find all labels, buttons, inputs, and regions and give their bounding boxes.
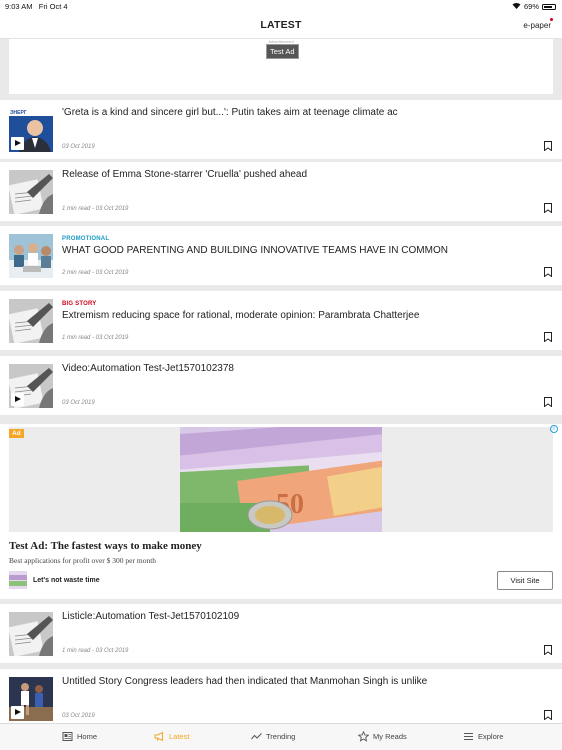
- article-card[interactable]: Listicle:Automation Test-Jet1570102109 1…: [0, 604, 562, 663]
- article-thumbnail: [9, 170, 53, 214]
- tab-home[interactable]: Home: [62, 731, 97, 742]
- test-ad-label[interactable]: Test Ad: [266, 44, 299, 59]
- ad-brand-logo: [9, 571, 27, 589]
- bookmark-icon[interactable]: [544, 710, 552, 720]
- nav-bar: LATEST e-paper: [0, 12, 562, 39]
- article-title[interactable]: Extremism reducing space for rational, m…: [62, 310, 544, 321]
- article-thumbnail: [9, 234, 53, 278]
- article-thumbnail: [9, 612, 53, 656]
- article-card[interactable]: Release of Emma Stone-starrer 'Cruella' …: [0, 162, 562, 221]
- tab-label: Home: [77, 732, 98, 741]
- bookmark-icon[interactable]: [544, 645, 552, 655]
- tab-latest[interactable]: Latest: [154, 731, 189, 742]
- article-meta: 03 Oct 2019: [62, 400, 95, 406]
- battery-icon: [542, 3, 556, 10]
- svg-text:ЭНЕРГ: ЭНЕРГ: [10, 110, 27, 116]
- tab-my-reads[interactable]: My Reads: [358, 731, 407, 742]
- article-title[interactable]: Video:Automation Test-Jet1570102378: [62, 363, 544, 374]
- megaphone-icon: [154, 731, 163, 742]
- sponsored-ad[interactable]: 50 Ad i Test Ad: The fastest ways to mak…: [0, 424, 562, 599]
- trending-icon: [251, 733, 262, 740]
- article-card[interactable]: ЭНЕРГ 'Greta is a kind and sincere girl …: [0, 100, 562, 159]
- feed[interactable]: Advertisement Test Ad ЭНЕРГ 'Greta is a …: [0, 39, 562, 723]
- article-title[interactable]: Listicle:Automation Test-Jet1570102109: [62, 611, 544, 622]
- article-card[interactable]: Video:Automation Test-Jet1570102378 03 O…: [0, 356, 562, 415]
- article-card[interactable]: Untitled Story Congress leaders had then…: [0, 669, 562, 723]
- ad-brand-name: Let's not waste time: [33, 577, 100, 584]
- article-meta: 03 Oct 2019: [62, 713, 95, 719]
- status-indicators: 69%: [512, 2, 556, 11]
- notification-dot: [550, 18, 553, 21]
- ad-image-money[interactable]: 50: [180, 427, 382, 532]
- status-bar: 9:03 AM Fri Oct 4 69%: [0, 0, 562, 12]
- article-card[interactable]: BIG STORY Extremism reducing space for r…: [0, 291, 562, 350]
- tab-explore[interactable]: Explore: [463, 731, 503, 742]
- wifi-icon: [512, 2, 521, 11]
- bookmark-icon[interactable]: [544, 397, 552, 407]
- article-card[interactable]: PROMOTIONAL WHAT GOOD PARENTING AND BUIL…: [0, 226, 562, 285]
- banner-ad[interactable]: Advertisement Test Ad: [9, 39, 553, 94]
- play-icon: [11, 706, 24, 719]
- ad-badge: Ad: [9, 429, 24, 438]
- bookmark-icon[interactable]: [544, 141, 552, 151]
- star-icon: [358, 731, 369, 742]
- bottom-tab-bar: Home Latest Trending My Reads Explore: [0, 723, 562, 750]
- visit-site-button[interactable]: Visit Site: [497, 571, 553, 590]
- article-title[interactable]: Untitled Story Congress leaders had then…: [62, 676, 544, 687]
- bookmark-icon[interactable]: [544, 267, 552, 277]
- epaper-link[interactable]: e-paper: [523, 18, 553, 30]
- article-title[interactable]: WHAT GOOD PARENTING AND BUILDING INNOVAT…: [62, 245, 544, 256]
- battery-percent: 69%: [523, 2, 539, 11]
- tab-trending[interactable]: Trending: [251, 731, 295, 742]
- article-title[interactable]: Release of Emma Stone-starrer 'Cruella' …: [62, 169, 544, 180]
- status-time: 9:03 AM Fri Oct 4: [5, 2, 68, 11]
- tab-label: My Reads: [373, 732, 407, 741]
- tab-label: Trending: [266, 732, 296, 741]
- bookmark-icon[interactable]: [544, 203, 552, 213]
- article-kicker: BIG STORY: [62, 301, 97, 307]
- ad-info-icon[interactable]: i: [550, 425, 558, 433]
- article-thumbnail: [9, 364, 53, 408]
- article-thumbnail: ЭНЕРГ: [9, 108, 53, 152]
- page-title: LATEST: [260, 19, 302, 31]
- article-thumbnail: [9, 299, 53, 343]
- tab-label: Explore: [478, 732, 504, 741]
- article-meta: 2 min read - 03 Oct 2019: [62, 270, 129, 276]
- play-icon: [11, 393, 24, 406]
- ad-subtext: Best applications for profit over $ 300 …: [9, 556, 157, 565]
- article-meta: 1 min read - 03 Oct 2019: [62, 335, 129, 341]
- article-thumbnail: [9, 677, 53, 721]
- tab-label: Latest: [169, 732, 190, 741]
- article-meta: 1 min read - 03 Oct 2019: [62, 206, 129, 212]
- article-kicker: PROMOTIONAL: [62, 236, 110, 242]
- home-icon: [62, 732, 73, 741]
- article-meta: 03 Oct 2019: [62, 144, 95, 150]
- article-meta: 1 min read - 03 Oct 2019: [62, 648, 129, 654]
- menu-icon: [464, 733, 473, 740]
- bookmark-icon[interactable]: [544, 332, 552, 342]
- article-title[interactable]: 'Greta is a kind and sincere girl but...…: [62, 107, 544, 118]
- play-icon: [11, 137, 24, 150]
- ad-headline[interactable]: Test Ad: The fastest ways to make money: [9, 540, 202, 552]
